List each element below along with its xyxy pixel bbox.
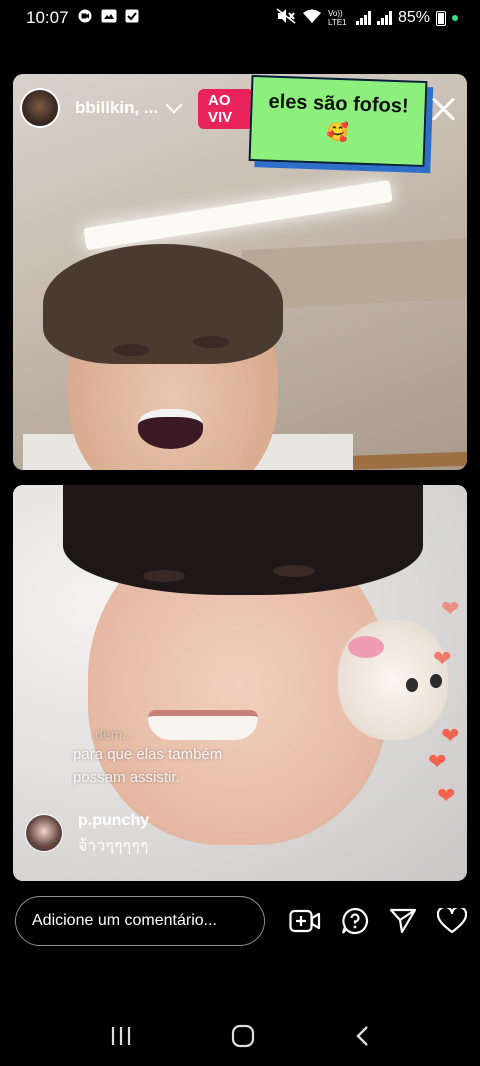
host-info[interactable]: bbillkin, ... [20, 88, 183, 128]
wifi-icon [302, 8, 322, 29]
cat-eye [430, 674, 442, 688]
system-nav-bar [0, 1010, 480, 1066]
network-label: Vo)) LTE1 [327, 9, 347, 27]
status-left: 10:07 [26, 8, 139, 28]
close-icon[interactable] [430, 96, 456, 122]
commenter-username[interactable]: p.punchy [78, 812, 149, 830]
text-sticker: eles são fofos! 🥰 [248, 74, 428, 168]
mute-icon [276, 7, 296, 29]
commenter-avatar[interactable] [25, 814, 63, 852]
home-icon[interactable] [231, 1024, 255, 1053]
faded-comment-line1: para que elas também [73, 746, 223, 763]
comment-input[interactable] [15, 896, 265, 946]
cat-eye [406, 678, 418, 692]
comment-item[interactable]: p.punchy จ้าวๆๆๆๆๆ [25, 812, 149, 859]
battery-percent: 85% [397, 9, 430, 26]
heart-reaction-icon: ❤ [428, 749, 447, 774]
guest-hair [63, 485, 423, 595]
status-time: 10:07 [26, 8, 69, 27]
heart-reaction-icon: ❤ [433, 646, 452, 671]
sticker-text: eles são fofos! [268, 90, 409, 118]
host-hair [43, 244, 283, 364]
faded-comment-ghost: dem... [95, 726, 134, 742]
host-avatar[interactable] [20, 88, 60, 128]
battery-icon [436, 10, 446, 26]
signal-icon-2 [376, 11, 392, 25]
video-record-icon [77, 8, 93, 28]
gallery-icon [101, 8, 117, 28]
comment-message: จ้าวๆๆๆๆๆ [78, 838, 149, 855]
recent-apps-icon[interactable] [109, 1025, 133, 1052]
check-icon [125, 8, 139, 28]
question-icon[interactable] [341, 907, 369, 935]
guest-eye-right [273, 565, 315, 577]
heart-reaction-icon: ❤ [441, 596, 460, 621]
ceiling-light [83, 179, 393, 251]
guest-mouth [148, 710, 258, 740]
chevron-down-icon[interactable] [165, 96, 183, 114]
status-right: Vo)) LTE1 85% [276, 7, 458, 29]
privacy-dot-icon [452, 15, 458, 21]
cat-sticker [338, 620, 448, 740]
status-bar: 10:07 Vo)) LTE1 85% [0, 0, 480, 36]
live-badge: AO VIV [198, 89, 254, 129]
bottom-action-bar [15, 896, 467, 946]
comment-text: p.punchy จ้าวๆๆๆๆๆ [78, 812, 149, 859]
host-name[interactable]: bbillkin, ... [75, 98, 158, 118]
cat-bow [348, 636, 384, 658]
host-eye-right [193, 336, 229, 348]
faded-comment-line2: possam assistir. [73, 769, 180, 786]
back-icon[interactable] [353, 1024, 371, 1053]
heart-icon[interactable] [437, 908, 467, 934]
signal-icon [355, 11, 371, 25]
faded-comment: dem... para que elas também possam assis… [73, 726, 293, 789]
heart-reaction-icon: ❤ [441, 723, 460, 748]
host-mouth [138, 409, 203, 449]
add-guest-icon[interactable] [289, 908, 321, 934]
host-eye-left [113, 344, 149, 356]
guest-eye-left [143, 570, 185, 582]
send-icon[interactable] [389, 908, 417, 934]
heart-reaction-icon: ❤ [437, 783, 456, 808]
action-icons [289, 907, 467, 935]
